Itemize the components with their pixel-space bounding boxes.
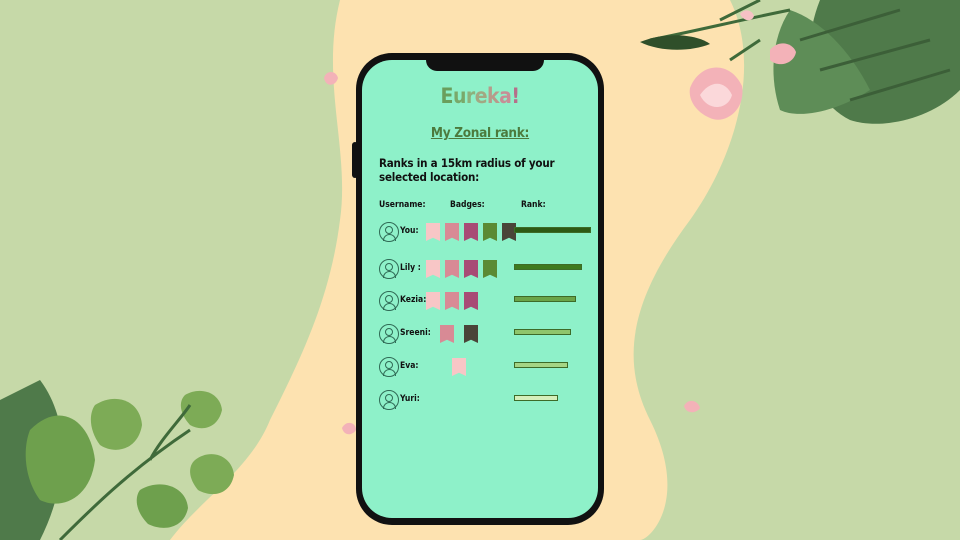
rank-row[interactable]: Sreeni: xyxy=(362,324,598,348)
page-subtitle: My Zonal rank: xyxy=(430,125,530,141)
rank-bar xyxy=(514,227,591,233)
rank-row[interactable]: Kezia: xyxy=(362,291,598,315)
user-avatar-icon xyxy=(379,357,399,377)
rank-bar xyxy=(514,395,558,401)
app-title: Eureka! xyxy=(362,84,598,108)
rank-row[interactable]: You: xyxy=(362,222,598,246)
phone-frame: Eureka! My Zonal rank: Ranks in a 15km r… xyxy=(356,53,604,525)
badge-mid-pink-icon xyxy=(445,292,459,310)
badge-mid-pink-icon xyxy=(440,325,454,343)
username-label: Eva: xyxy=(400,361,419,371)
rank-bar xyxy=(514,362,568,368)
column-header-rank: Rank: xyxy=(521,200,546,210)
rank-row[interactable]: Yuri: xyxy=(362,390,598,414)
username-label: Sreeni: xyxy=(400,328,431,338)
username-label: Kezia: xyxy=(400,295,427,305)
badge-magenta-icon xyxy=(464,223,478,241)
badge-dark-icon xyxy=(464,325,478,343)
rank-row[interactable]: Lily : xyxy=(362,259,598,283)
badge-magenta-icon xyxy=(464,292,478,310)
app-title-letter: r xyxy=(465,84,475,108)
rank-bar xyxy=(514,296,576,302)
badge-green-icon xyxy=(483,223,497,241)
badge-magenta-icon xyxy=(464,260,478,278)
user-avatar-icon xyxy=(379,259,399,279)
rank-row[interactable]: Eva: xyxy=(362,357,598,381)
app-title-letter: a xyxy=(499,84,512,108)
username-label: Yuri: xyxy=(400,394,420,404)
user-avatar-icon xyxy=(379,324,399,344)
rank-bar xyxy=(514,329,571,335)
phone-side-button xyxy=(352,142,358,178)
badge-green-icon xyxy=(483,260,497,278)
badge-light-pink-icon xyxy=(426,260,440,278)
username-label: You: xyxy=(400,226,419,236)
user-avatar-icon xyxy=(379,291,399,311)
app-title-letter: e xyxy=(474,84,488,108)
username-label: Lily : xyxy=(400,263,421,273)
app-title-letter: k xyxy=(487,84,500,108)
column-header-badges: Badges: xyxy=(450,200,485,210)
badge-light-pink-icon xyxy=(452,358,466,376)
column-header-username: Username: xyxy=(379,200,426,210)
badge-mid-pink-icon xyxy=(445,223,459,241)
badge-mid-pink-icon xyxy=(445,260,459,278)
tropical-leaf-top-right-icon xyxy=(773,0,960,124)
app-title-letter: E xyxy=(440,84,454,108)
phone-screen: Eureka! My Zonal rank: Ranks in a 15km r… xyxy=(362,60,598,518)
phone-notch xyxy=(426,60,544,71)
user-avatar-icon xyxy=(379,390,399,410)
rank-description: Ranks in a 15km radius of your selected … xyxy=(379,156,555,184)
user-avatar-icon xyxy=(379,222,399,242)
app-title-letter: u xyxy=(452,84,466,108)
rank-bar xyxy=(514,264,582,270)
badge-light-pink-icon xyxy=(426,292,440,310)
app-title-letter: ! xyxy=(511,84,520,108)
badge-light-pink-icon xyxy=(426,223,440,241)
